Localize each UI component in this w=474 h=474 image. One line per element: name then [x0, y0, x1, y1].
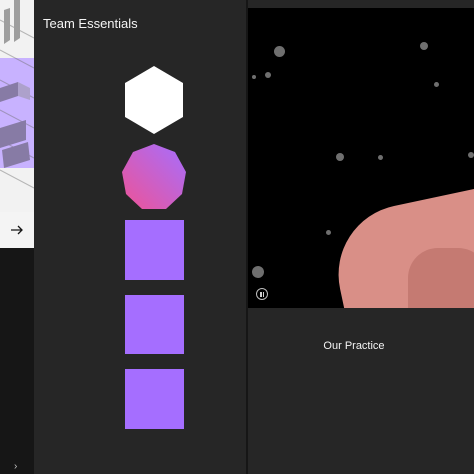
- team-essentials-card[interactable]: Team Essentials: [34, 0, 246, 474]
- purple-square-1: [125, 220, 184, 280]
- isometric-illustration: [0, 0, 34, 212]
- card-arrow-link[interactable]: [0, 212, 34, 248]
- pause-icon[interactable]: [256, 288, 268, 300]
- chevron-right-icon[interactable]: ›: [14, 461, 17, 472]
- card-title: Team Essentials: [43, 16, 138, 31]
- arrow-right-icon: [11, 225, 23, 235]
- our-practice-card[interactable]: Our Practice: [248, 0, 474, 474]
- video-player[interactable]: [248, 8, 474, 308]
- purple-square-3: [125, 369, 184, 429]
- card-caption: Our Practice: [323, 340, 385, 352]
- gradient-octagon-icon: [122, 144, 186, 209]
- purple-square-2: [125, 295, 184, 354]
- white-hexagon-icon: [125, 66, 183, 134]
- partial-card-left[interactable]: ›: [0, 0, 34, 474]
